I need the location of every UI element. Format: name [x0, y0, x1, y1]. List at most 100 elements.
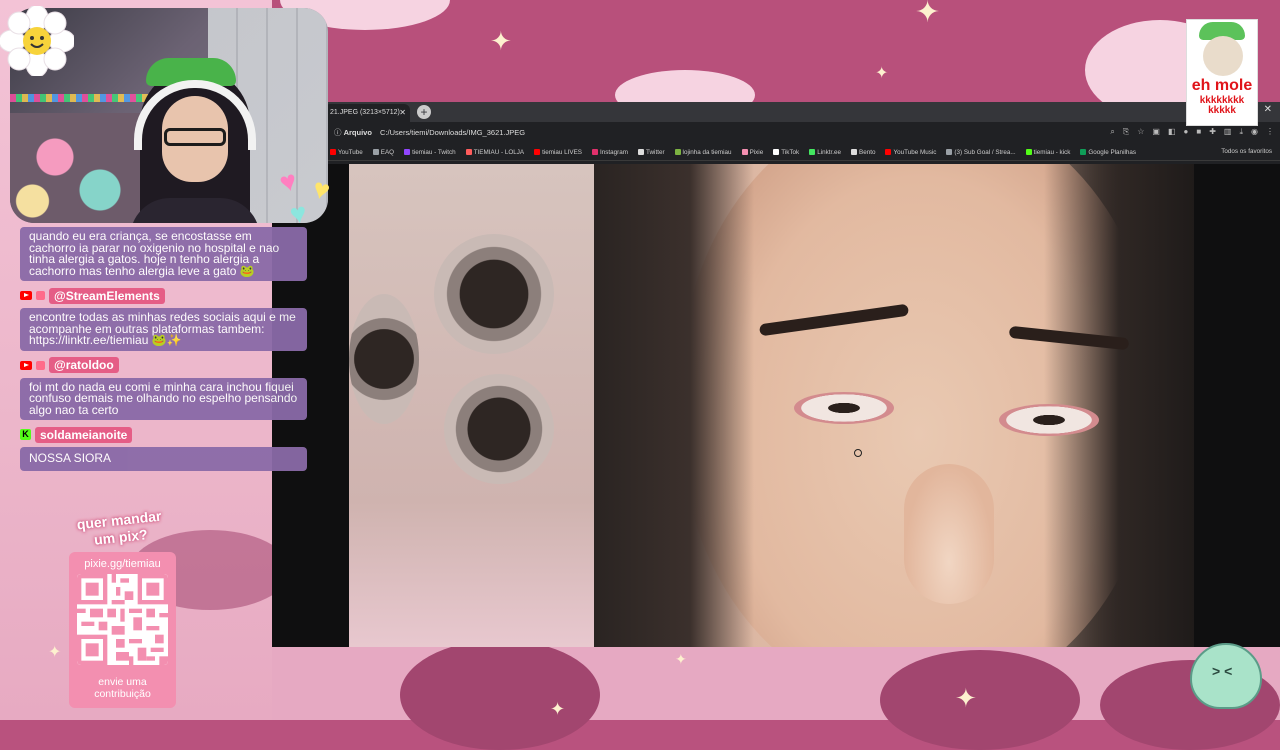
browser-window: 21.JPEG (3213×5712) ✕ + ✕ ⓘ Arquivo C:/U… [272, 102, 1280, 647]
bookmark-item[interactable]: YouTube Music [885, 149, 936, 156]
star-icon: ✦ [955, 683, 977, 713]
bookmark-star-icon[interactable]: ☆ [1137, 127, 1144, 137]
bookmark-favicon-icon [773, 149, 780, 155]
star-icon: ✦ [875, 65, 889, 82]
profile-icon[interactable]: ◉ [1251, 127, 1258, 137]
star-icon: ✦ [675, 651, 687, 667]
bookmark-label: tiemiau - kick [1033, 148, 1071, 156]
toolbar-icons: ⌕ ⎘ ☆ ▣ ◧ ● ■ ✚ ▥ ⤓ ◉ ⋮ [1110, 127, 1274, 137]
camera-lens [349, 294, 419, 424]
eye [794, 392, 894, 424]
kick-icon: K [20, 429, 31, 440]
puzzle-icon[interactable]: ✚ [1209, 127, 1216, 137]
extension-icon[interactable]: ● [1184, 127, 1189, 137]
image-viewer [272, 164, 1280, 647]
chat-overlay: quando eu era criança, se encostasse em … [20, 212, 307, 471]
bookmark-item[interactable]: Instagram [592, 149, 628, 156]
bookmark-item[interactable]: Pixie [741, 148, 764, 156]
viewed-photo[interactable] [349, 164, 1194, 647]
eye [999, 404, 1099, 436]
bookmark-label: Bento [859, 148, 876, 156]
bookmark-item[interactable]: Twitter [638, 149, 665, 156]
youtube-icon [20, 291, 32, 300]
pix-footer: envie uma contribuição [69, 676, 176, 700]
meme-text: eh mole [1191, 77, 1253, 94]
bookmark-item[interactable]: tiemiau - Twitch [404, 149, 456, 156]
bookmark-favicon-icon [809, 149, 816, 155]
qr-code-image [77, 574, 168, 665]
tab-image[interactable]: 21.JPEG (3213×5712) ✕ [324, 104, 410, 122]
bookmark-favicon-icon [674, 149, 681, 155]
bookmark-favicon-icon [638, 149, 644, 155]
bookmark-item[interactable]: (3) Sub Goal / Strea... [946, 148, 1016, 156]
bookmark-label: (3) Sub Goal / Strea... [954, 148, 1016, 156]
bookmark-label: Linktr.ee [817, 148, 841, 156]
tab-title: 21.JPEG (3213×5712) [330, 109, 400, 116]
streamer [130, 58, 260, 223]
bookmark-favicon-icon [404, 149, 411, 155]
youtube-icon [20, 360, 32, 370]
bookmark-item[interactable]: tiemiau LIVES [534, 149, 582, 156]
pix-card: pixie.gg/tiemiau envie uma contribuição [69, 552, 176, 708]
bookmark-label: Google Planilhas [1088, 148, 1137, 156]
meme-sticker: eh mole kkkkkkkk kkkkk [1186, 19, 1258, 126]
bookmark-item[interactable]: EAQ [372, 149, 394, 156]
download-icon[interactable]: ⤓ [1239, 127, 1243, 137]
bookmark-item[interactable]: lojinha da tiemiau [674, 149, 732, 156]
bookmark-item[interactable]: TikTok [773, 149, 799, 156]
extension-icon[interactable]: ▣ [1152, 127, 1160, 137]
chat-username: @StreamElements [49, 287, 165, 304]
close-window-icon[interactable]: ✕ [1264, 104, 1272, 115]
bookmark-item[interactable]: Google Planilhas [1080, 149, 1136, 156]
bookmark-label: Twitter [646, 148, 665, 156]
star-icon: ✦ [915, 0, 941, 29]
extension-icon[interactable]: ◧ [1168, 127, 1176, 137]
bookmark-item[interactable]: Linktr.ee [809, 149, 841, 156]
star-icon: ✦ [48, 644, 62, 661]
chat-message: encontre todas as minhas redes sociais a… [20, 308, 307, 351]
bookmark-favicon-icon [465, 149, 472, 155]
chat-username: soldameianoite [35, 426, 133, 443]
hair [594, 164, 754, 647]
bookmark-label: YouTube [338, 148, 363, 156]
zoom-cursor-icon [854, 449, 862, 457]
mascot-icon: > < [1190, 643, 1262, 709]
bookmarks-bar: YouTube EAQ tiemiau - Twitch TIEMIAU - LOLJ… [272, 144, 1280, 161]
bookmark-favicon-icon [851, 149, 857, 155]
close-tab-icon[interactable]: ✕ [399, 104, 406, 122]
dog-image [1203, 36, 1243, 76]
omnibox-url: C:/Users/tiemi/Downloads/IMG_3621.JPEG [380, 128, 526, 137]
all-bookmarks-button[interactable]: Todos os favoritos [1221, 148, 1272, 155]
chat-message: quando eu era criança, se encostasse em … [20, 227, 307, 281]
cloud-decoration [880, 650, 1080, 750]
omnibox[interactable]: ⓘ Arquivo C:/Users/tiemi/Downloads/IMG_3… [334, 125, 1089, 141]
chat-message-header: @ratoldoo [20, 357, 307, 374]
bookmark-favicon-icon [885, 149, 892, 155]
star-icon: ✦ [550, 699, 566, 719]
menu-icon[interactable]: ⋮ [1266, 127, 1274, 137]
chat-message-header: K soldameianoite [20, 426, 307, 443]
bookmark-item[interactable]: YouTube [330, 149, 363, 156]
bookmark-favicon-icon [1080, 149, 1087, 155]
bookmark-label: Pixie [749, 148, 764, 156]
info-icon[interactable]: ⓘ [334, 128, 342, 137]
bookmark-item[interactable]: TIEMIAU - LOLJA [465, 149, 524, 156]
bookmark-label: YouTube Music [893, 148, 937, 156]
chat-message: foi mt do nada eu comi e minha cara inch… [20, 377, 307, 420]
member-badge-icon [36, 360, 45, 370]
pix-url: pixie.gg/tiemiau [84, 558, 161, 570]
bookmark-item[interactable]: tiemiau - kick [1025, 148, 1071, 156]
qr-code [77, 574, 168, 665]
chat-message-header: @StreamElements [20, 287, 307, 304]
new-tab-button[interactable]: + [417, 105, 431, 119]
zoom-icon[interactable]: ⌕ [1110, 127, 1114, 137]
sidebar-icon[interactable]: ▥ [1224, 127, 1232, 137]
bookmark-item[interactable]: Bento [851, 149, 875, 156]
share-icon[interactable]: ⎘ [1123, 127, 1129, 137]
phone-case [349, 164, 594, 647]
bookmark-favicon-icon [741, 149, 748, 155]
member-badge-icon [36, 291, 45, 300]
tab-bar: 21.JPEG (3213×5712) ✕ + ✕ [272, 102, 1280, 122]
extension-icon[interactable]: ■ [1196, 127, 1201, 137]
meme-text: kkkkk [1208, 105, 1236, 116]
